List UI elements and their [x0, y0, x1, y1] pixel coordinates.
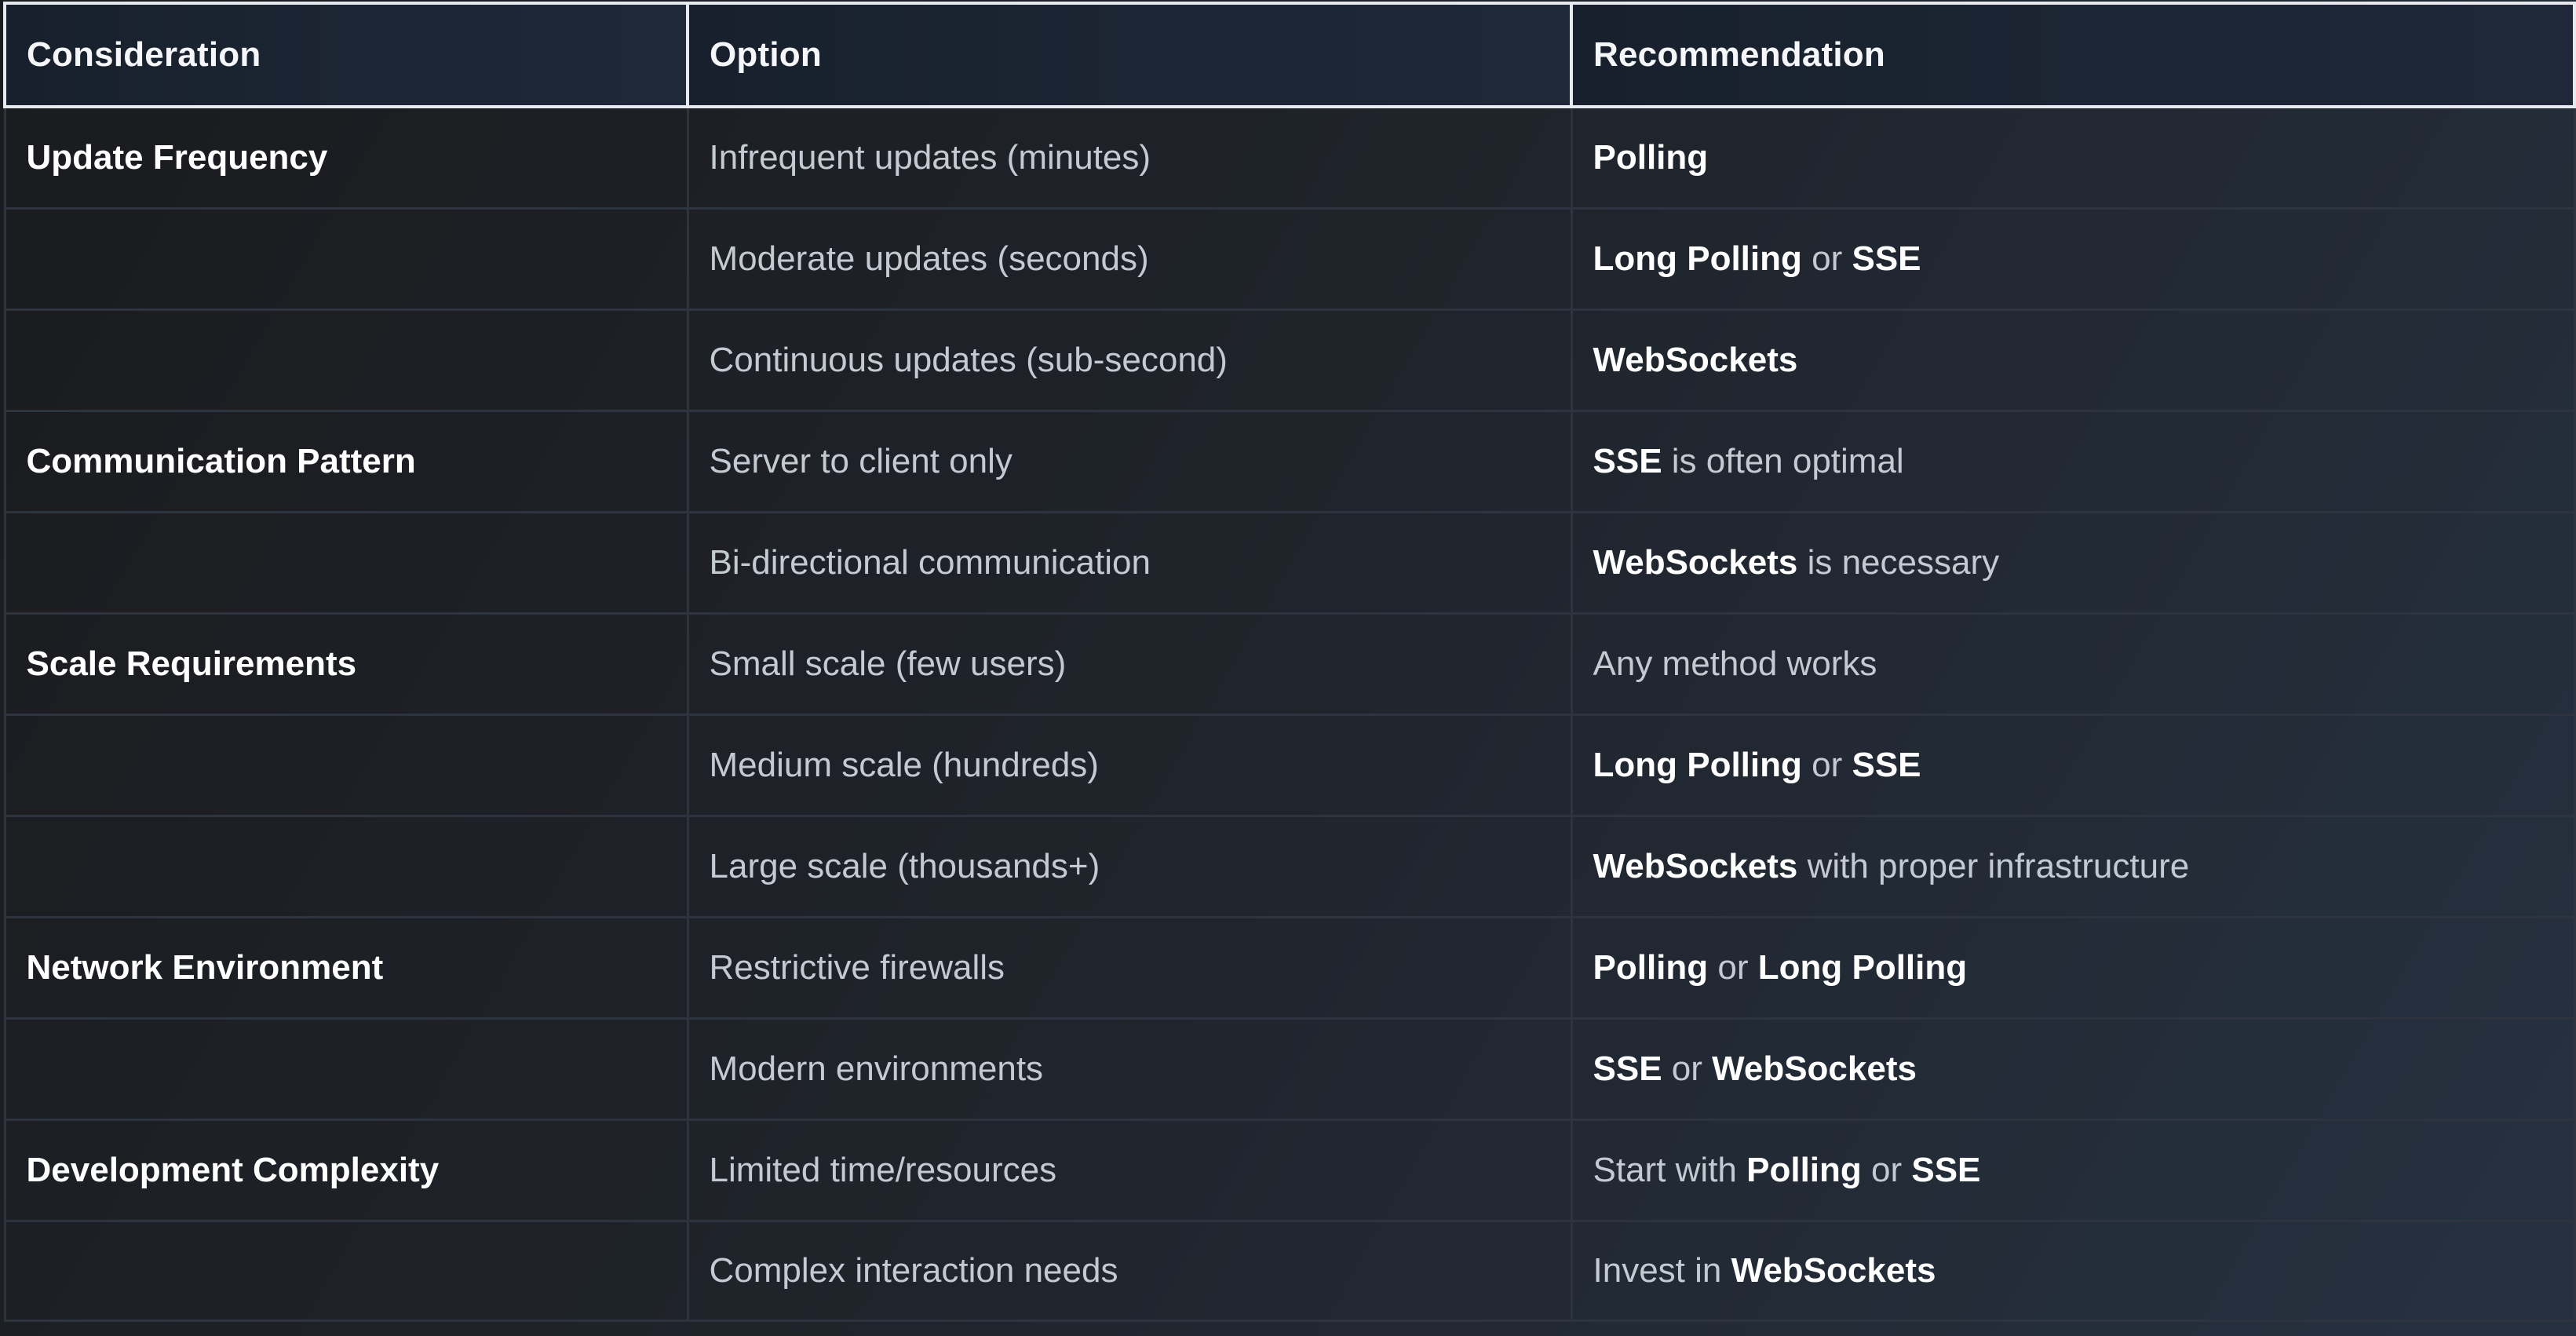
table-row: Large scale (thousands+) WebSockets with …	[3, 815, 2576, 918]
recommendation-method: Polling	[1593, 948, 1709, 987]
option-cell: Limited time/resources	[686, 1119, 1573, 1222]
table-row: Bi-directional communication WebSockets i…	[3, 511, 2576, 615]
table-row: Network Environment Restrictive firewalls…	[3, 916, 2576, 1020]
recommendation-text: or	[1801, 239, 1852, 278]
consideration-cell	[3, 308, 689, 412]
table-row: Modern environments SSE or WebSockets	[3, 1017, 2576, 1121]
table-header: Consideration Option Recommendation	[3, 2, 2576, 108]
header-recommendation: Recommendation	[1570, 2, 2576, 108]
consideration-cell	[3, 1220, 689, 1322]
recommendation-method: SSE	[1593, 442, 1662, 480]
option-cell: Complex interaction needs	[686, 1220, 1573, 1322]
option-cell: Large scale (thousands+)	[686, 815, 1573, 918]
table-body: Update Frequency Infrequent updates (minu…	[3, 105, 2576, 1322]
recommendation-cell: SSE or WebSockets	[1570, 1017, 2576, 1121]
table-row: Communication Pattern Server to client on…	[3, 410, 2576, 513]
recommendation-method: Polling	[1593, 138, 1709, 177]
recommendation-text: Any method works	[1593, 644, 1877, 683]
recommendation-text: Invest in	[1593, 1251, 1731, 1290]
option-cell: Server to client only	[686, 410, 1573, 513]
recommendation-method: WebSockets	[1593, 543, 1798, 582]
recommendation-text: or	[1662, 1049, 1713, 1088]
consideration-cell	[3, 1017, 689, 1121]
table-row: Development Complexity Limited time/resou…	[3, 1119, 2576, 1222]
option-cell: Continuous updates (sub-second)	[686, 308, 1573, 412]
table-row: Complex interaction needs Invest in WebSo…	[3, 1220, 2576, 1322]
option-cell: Modern environments	[686, 1017, 1573, 1121]
recommendation-cell: WebSockets with proper infrastructure	[1570, 815, 2576, 918]
recommendation-text: or	[1801, 746, 1852, 784]
header-consideration: Consideration	[3, 2, 689, 108]
header-row: Consideration Option Recommendation	[3, 2, 2576, 108]
recommendation-method: SSE	[1852, 746, 1921, 784]
recommendation-text: with proper infrastructure	[1797, 847, 2190, 885]
consideration-cell	[3, 511, 689, 615]
page: Consideration Option Recommendation Upda…	[0, 0, 2576, 1336]
recommendation-cell: Long Polling or SSE	[1570, 207, 2576, 311]
recommendation-cell: Any method works	[1570, 612, 2576, 716]
table-row: Moderate updates (seconds) Long Polling o…	[3, 207, 2576, 311]
table-row: Scale Requirements Small scale (few users…	[3, 612, 2576, 716]
comparison-table: Consideration Option Recommendation Upda…	[3, 2, 2576, 1322]
recommendation-text: or	[1861, 1151, 1912, 1189]
recommendation-method: SSE	[1911, 1151, 1981, 1189]
consideration-cell	[3, 714, 689, 817]
recommendation-cell: WebSockets	[1570, 308, 2576, 412]
recommendation-cell: Long Polling or SSE	[1570, 714, 2576, 817]
consideration-cell: Communication Pattern	[3, 410, 689, 513]
table-row: Medium scale (hundreds) Long Polling or S…	[3, 714, 2576, 817]
recommendation-method: Polling	[1746, 1151, 1862, 1189]
option-cell: Small scale (few users)	[686, 612, 1573, 716]
recommendation-cell: Polling or Long Polling	[1570, 916, 2576, 1020]
recommendation-method: Long Polling	[1593, 746, 1802, 784]
option-cell: Medium scale (hundreds)	[686, 714, 1573, 817]
recommendation-method: WebSockets	[1731, 1251, 1936, 1290]
recommendation-method: WebSockets	[1593, 847, 1798, 885]
consideration-cell: Network Environment	[3, 916, 689, 1020]
option-cell: Restrictive firewalls	[686, 916, 1573, 1020]
table-row: Continuous updates (sub-second) WebSocket…	[3, 308, 2576, 412]
recommendation-method: SSE	[1593, 1049, 1662, 1088]
recommendation-text: Start with	[1593, 1151, 1747, 1189]
recommendation-cell: SSE is often optimal	[1570, 410, 2576, 513]
consideration-cell	[3, 207, 689, 311]
recommendation-method: Long Polling	[1593, 239, 1802, 278]
recommendation-method: WebSockets	[1712, 1049, 1917, 1088]
recommendation-text: is necessary	[1797, 543, 2000, 582]
recommendation-method: SSE	[1852, 239, 1921, 278]
option-cell: Moderate updates (seconds)	[686, 207, 1573, 311]
table-row: Update Frequency Infrequent updates (minu…	[3, 105, 2576, 210]
recommendation-text: is often optimal	[1662, 442, 1904, 480]
option-cell: Infrequent updates (minutes)	[686, 105, 1573, 210]
recommendation-method: WebSockets	[1593, 341, 1798, 379]
recommendation-cell: Invest in WebSockets	[1570, 1220, 2576, 1322]
recommendation-cell: WebSockets is necessary	[1570, 511, 2576, 615]
consideration-cell	[3, 815, 689, 918]
recommendation-cell: Start with Polling or SSE	[1570, 1119, 2576, 1222]
option-cell: Bi-directional communication	[686, 511, 1573, 615]
recommendation-cell: Polling	[1570, 105, 2576, 210]
consideration-cell: Update Frequency	[3, 105, 689, 210]
consideration-cell: Scale Requirements	[3, 612, 689, 716]
consideration-cell: Development Complexity	[3, 1119, 689, 1222]
header-option: Option	[686, 2, 1573, 108]
recommendation-text: or	[1708, 948, 1758, 987]
recommendation-method: Long Polling	[1757, 948, 1968, 987]
